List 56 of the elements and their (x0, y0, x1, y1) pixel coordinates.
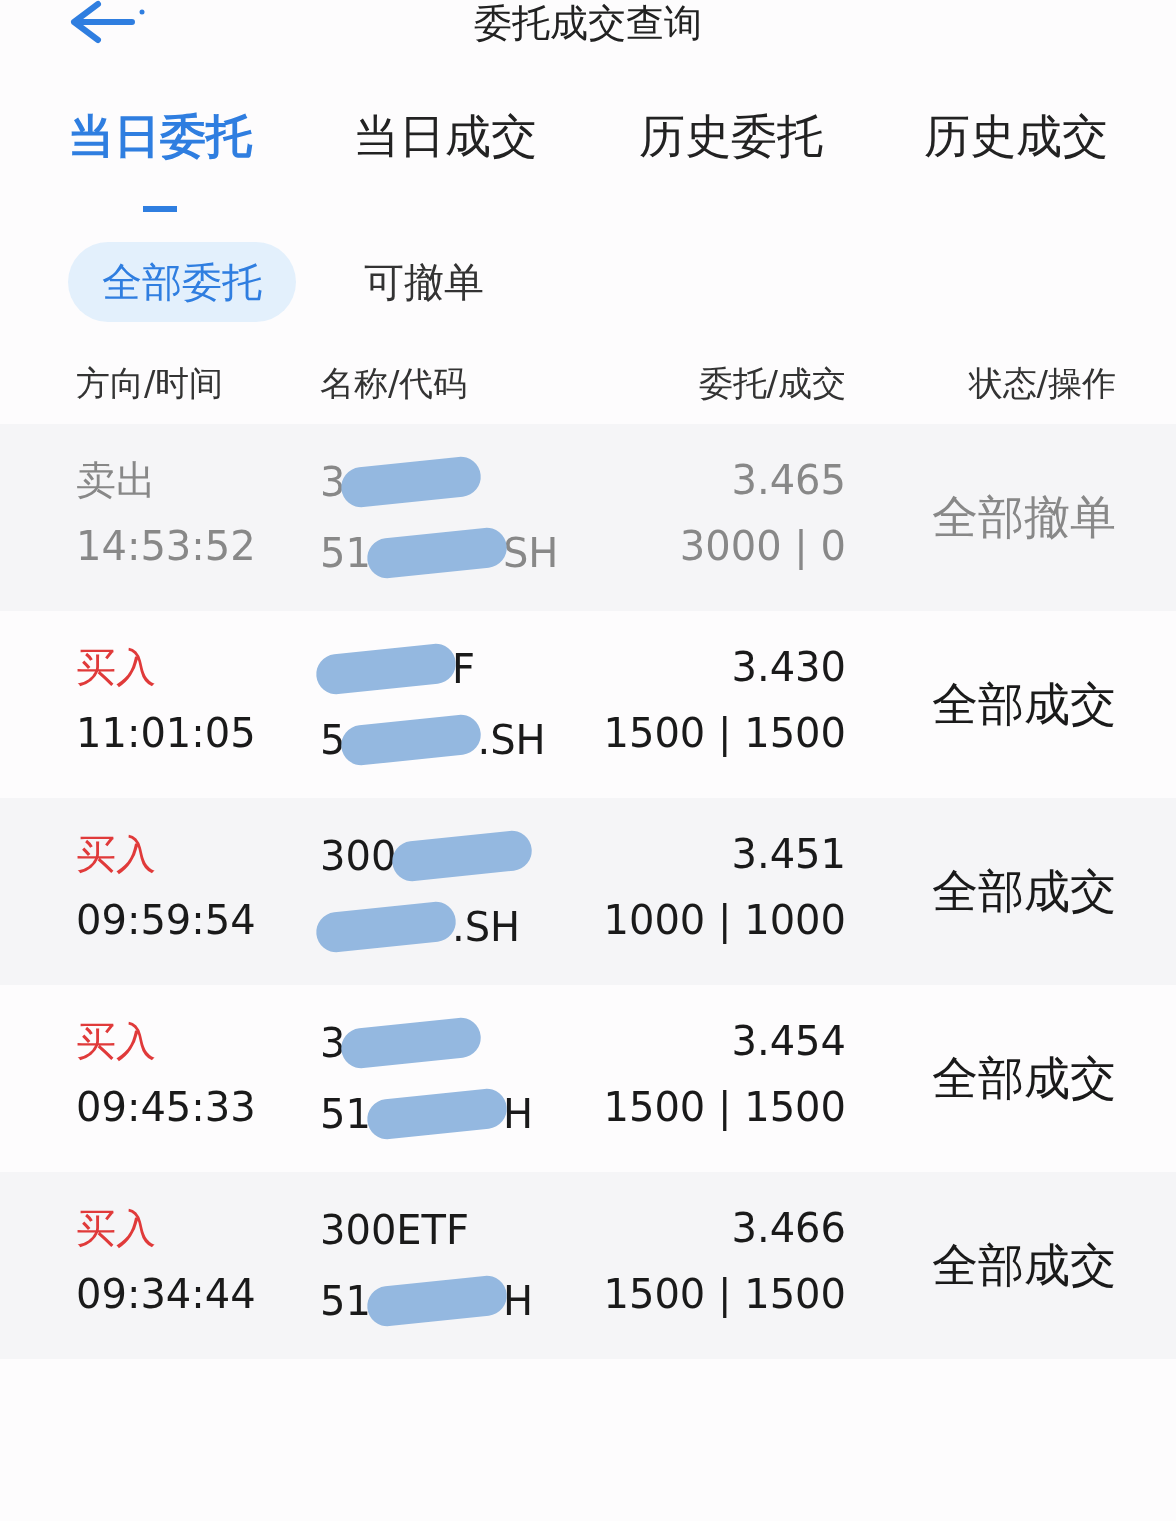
order-status: 全部成交 (932, 676, 1116, 733)
fund-name: 3 (320, 458, 346, 506)
back-icon[interactable] (68, 0, 146, 44)
order-time: 09:59:54 (76, 895, 257, 944)
filter-chip[interactable]: 全部委托 (68, 242, 296, 322)
fund-name: 300ETF (320, 1206, 470, 1254)
page-title: 委托成交查询 (474, 1, 702, 45)
fund-code: 51 (320, 1277, 371, 1325)
direction-label: 卖出 (76, 455, 157, 504)
order-status: 全部成交 (932, 1237, 1116, 1294)
fund-code: H (502, 1277, 533, 1325)
order-quantity: 1500 | 1500 (603, 1082, 846, 1131)
filter-chip[interactable]: 可撤单 (330, 242, 518, 322)
direction-label: 买入 (76, 642, 157, 691)
order-row[interactable]: 买入 11:01:05 F 5 .SH 3.430 1500 | 1500 全部成交 (0, 611, 1176, 798)
order-price: 3.466 (731, 1203, 846, 1252)
direction-label: 买入 (76, 1203, 157, 1252)
order-status: 全部成交 (932, 863, 1116, 920)
order-time: 09:45:33 (76, 1082, 257, 1131)
order-quantity: 3000 | 0 (679, 521, 846, 570)
column-header: 委托/成交 (698, 363, 846, 403)
order-time: 09:34:44 (76, 1269, 257, 1318)
fund-code: .SH (452, 903, 521, 951)
tab[interactable]: 当日成交 (353, 106, 538, 212)
order-quantity: 1500 | 1500 (603, 1269, 846, 1318)
order-row[interactable]: 买入 09:45:33 3 51 H 3.454 1500 | 1500 全部成交 (0, 985, 1176, 1172)
order-row[interactable]: 买入 09:59:54 300 .SH 3.451 1000 | 1000 全部成交 (0, 798, 1176, 985)
fund-code: 51 (320, 529, 371, 577)
fund-code: 51 (320, 1090, 371, 1138)
fund-name: 300 (320, 832, 397, 880)
order-time: 11:01:05 (76, 708, 257, 757)
order-row[interactable]: 买入 09:34:44 300ETF 51 H 3.466 1500 | 1500 全部成交 (0, 1172, 1176, 1359)
order-time: 14:53:52 (76, 521, 257, 570)
direction-label: 买入 (76, 829, 157, 878)
order-price: 3.465 (731, 455, 846, 504)
tab[interactable]: 当日委托 (68, 106, 252, 212)
fund-code: 5 (320, 716, 346, 764)
direction-label: 买入 (76, 1016, 157, 1065)
column-header: 状态/操作 (968, 363, 1116, 403)
order-quantity: 1000 | 1000 (603, 895, 846, 944)
column-header: 名称/代码 (320, 363, 468, 403)
order-quantity: 1500 | 1500 (603, 708, 846, 757)
fund-name: 3 (320, 1019, 346, 1067)
order-status: 全部成交 (932, 1050, 1116, 1107)
fund-code: .SH (477, 716, 546, 764)
tab[interactable]: 历史成交 (924, 106, 1108, 212)
active-tab-indicator (143, 206, 177, 212)
order-status: 全部撤单 (932, 489, 1116, 546)
tab[interactable]: 历史委托 (638, 106, 823, 212)
order-price: 3.430 (731, 642, 846, 691)
fund-name: F (452, 645, 475, 693)
column-header: 方向/时间 (76, 363, 224, 403)
order-price: 3.451 (731, 829, 846, 878)
fund-code: SH (502, 529, 559, 577)
order-price: 3.454 (731, 1016, 846, 1065)
fund-code: H (502, 1090, 533, 1138)
